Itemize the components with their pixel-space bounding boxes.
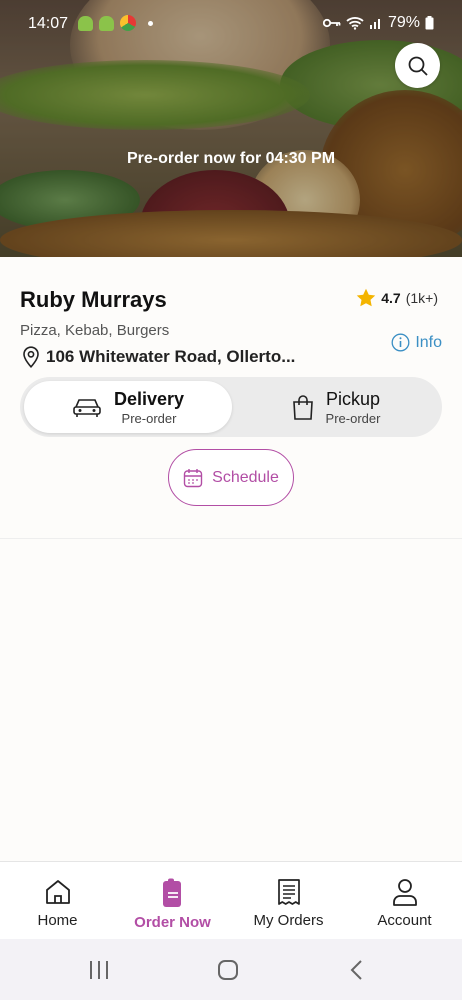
- restaurant-name: Ruby Murrays: [20, 287, 167, 312]
- schedule-button[interactable]: Schedule: [168, 449, 294, 506]
- rating: 4.7 (1k+): [356, 288, 438, 307]
- system-navigation-bar: [0, 939, 462, 1000]
- nav-home[interactable]: Home: [0, 862, 115, 940]
- nav-account-label: Account: [377, 912, 432, 929]
- home-circle-icon: [218, 959, 238, 980]
- delivery-title: Delivery: [113, 388, 185, 409]
- nav-order-now-label: Order Now: [134, 914, 211, 931]
- battery-icon: [425, 16, 434, 30]
- back-button[interactable]: [322, 939, 392, 1000]
- pickup-title: Pickup: [325, 388, 380, 409]
- info-label: Info: [415, 333, 442, 351]
- user-icon: [392, 879, 417, 906]
- schedule-label: Schedule: [212, 468, 279, 486]
- android-icon: [78, 15, 93, 31]
- nav-order-now[interactable]: Order Now: [115, 862, 230, 940]
- battery-percent: 79%: [387, 14, 420, 31]
- star-icon: [357, 288, 376, 307]
- app-notification-icon: [120, 15, 136, 31]
- rating-value: 4.7: [381, 289, 401, 306]
- calendar-icon: [183, 468, 203, 487]
- status-time: 14:07: [28, 15, 69, 32]
- key-icon: [322, 18, 341, 28]
- more-notifications-icon: [148, 20, 153, 26]
- preorder-banner: Pre-order now for 04:30 PM: [126, 150, 336, 167]
- nav-my-orders-label: My Orders: [253, 912, 324, 929]
- info-icon: [391, 333, 410, 352]
- status-bar: 14:07 79%: [0, 0, 462, 48]
- section-divider: [0, 538, 462, 539]
- cuisine-list: Pizza, Kebab, Burgers: [20, 322, 170, 339]
- home-system-button[interactable]: [193, 939, 263, 1000]
- back-icon: [350, 959, 362, 980]
- info-link[interactable]: Info: [391, 333, 442, 352]
- address-text: 106 Whitewater Road, Ollerto...: [46, 347, 296, 366]
- pickup-option[interactable]: Pickup Pre-order: [234, 381, 438, 433]
- location-pin-icon: [23, 346, 39, 368]
- recent-apps-icon: [90, 960, 108, 979]
- bottom-nav: Home Order Now My Orders Account: [0, 861, 462, 939]
- receipt-icon: [277, 879, 300, 905]
- order-mode-toggle: Delivery Pre-order Pickup Pre-order: [20, 377, 442, 437]
- delivery-subtitle: Pre-order: [121, 410, 177, 426]
- signal-icon: [369, 19, 380, 29]
- android-icon: [99, 15, 114, 31]
- nav-home-label: Home: [37, 912, 78, 929]
- restaurant-address: 106 Whitewater Road, Ollerto...: [22, 346, 322, 368]
- pickup-subtitle: Pre-order: [325, 410, 381, 426]
- rating-count: (1k+): [405, 289, 438, 306]
- recent-apps-button[interactable]: [64, 939, 134, 1000]
- wifi-icon: [346, 17, 364, 30]
- nav-my-orders[interactable]: My Orders: [231, 862, 346, 940]
- menu-card-icon: [162, 878, 181, 907]
- delivery-option[interactable]: Delivery Pre-order: [24, 381, 232, 433]
- home-icon: [45, 880, 70, 904]
- car-icon: [73, 399, 101, 417]
- search-icon: [408, 56, 428, 76]
- nav-account[interactable]: Account: [347, 862, 462, 940]
- bag-icon: [292, 395, 313, 420]
- search-button[interactable]: [395, 43, 440, 88]
